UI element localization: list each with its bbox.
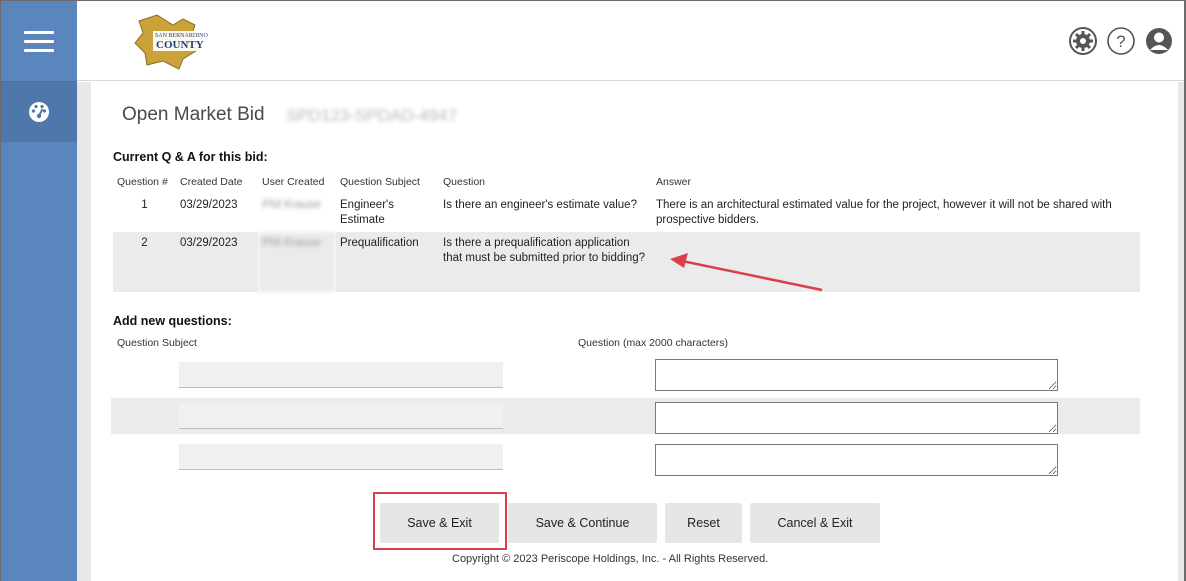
- new-question-row: [111, 356, 1140, 392]
- new-question-row: [111, 398, 1140, 434]
- col-created-date: Created Date: [180, 175, 243, 188]
- question-text: Is there an engineer's estimate value?: [443, 199, 637, 211]
- county-logo[interactable]: SAN BERNARDINO COUNTY: [133, 13, 225, 71]
- svg-text:COUNTY: COUNTY: [156, 39, 204, 51]
- question-textarea[interactable]: [655, 359, 1058, 391]
- copyright-text: Copyright © 2023 Periscope Holdings, Inc…: [452, 553, 769, 565]
- user-icon[interactable]: [1144, 26, 1174, 56]
- bid-id: SPD123-SPDAD-4947: [286, 106, 458, 125]
- question-subject: Engineer's Estimate: [340, 199, 394, 226]
- annotation-highlight-box: [373, 492, 507, 550]
- question-textarea[interactable]: [655, 444, 1058, 476]
- table-row: 1 03/29/2023 Phil Krause Engineer's Esti…: [113, 194, 1140, 232]
- dashboard-icon[interactable]: [1, 82, 77, 142]
- new-question-row: [111, 440, 1140, 476]
- question-textarea[interactable]: [655, 402, 1058, 434]
- col-answer: Answer: [656, 175, 692, 188]
- hamburger-menu-icon[interactable]: [1, 1, 77, 81]
- label-question: Question (max 2000 characters): [578, 337, 728, 349]
- question-num: 1: [141, 199, 148, 211]
- label-question-subject: Question Subject: [117, 337, 197, 349]
- page-title: Open Market Bid: [122, 104, 265, 125]
- header-icons: ?: [1068, 26, 1174, 56]
- question-subject: Prequalification: [336, 232, 439, 292]
- annotation-arrow: [670, 253, 823, 292]
- col-question-num: Question #: [117, 175, 168, 188]
- question-subject-input[interactable]: [179, 444, 503, 470]
- question-subject-input[interactable]: [179, 403, 503, 429]
- user-created: Phil Krause: [258, 232, 336, 292]
- col-question-subject: Question Subject: [340, 175, 420, 188]
- header-bar: SAN BERNARDINO COUNTY ?: [77, 1, 1184, 81]
- svg-text:?: ?: [1116, 32, 1125, 51]
- table-row: 2 03/29/2023 Phil Krause Prequalificatio…: [113, 232, 1140, 292]
- question-text: Is there a prequalification application …: [439, 232, 652, 292]
- col-user-created: User Created: [262, 175, 325, 188]
- user-created: Phil Krause: [262, 199, 321, 211]
- save-continue-button[interactable]: Save & Continue: [508, 503, 657, 543]
- add-new-heading: Add new questions:: [113, 314, 232, 328]
- created-date: 03/29/2023: [180, 199, 238, 211]
- qa-header-row: Question # Created Date User Created Que…: [113, 172, 1140, 194]
- current-qa-heading: Current Q & A for this bid:: [113, 150, 268, 164]
- reset-button[interactable]: Reset: [665, 503, 742, 543]
- created-date: 03/29/2023: [176, 232, 258, 292]
- col-question: Question: [443, 175, 486, 188]
- qa-table: Question # Created Date User Created Que…: [113, 172, 1140, 292]
- help-icon[interactable]: ?: [1106, 26, 1136, 56]
- question-subject-input[interactable]: [179, 362, 503, 388]
- cancel-exit-button[interactable]: Cancel & Exit: [750, 503, 880, 543]
- question-num: 2: [113, 232, 176, 292]
- gear-icon[interactable]: [1068, 26, 1098, 56]
- answer-text: There is an architectural estimated valu…: [656, 199, 1112, 226]
- sidebar: [1, 1, 77, 581]
